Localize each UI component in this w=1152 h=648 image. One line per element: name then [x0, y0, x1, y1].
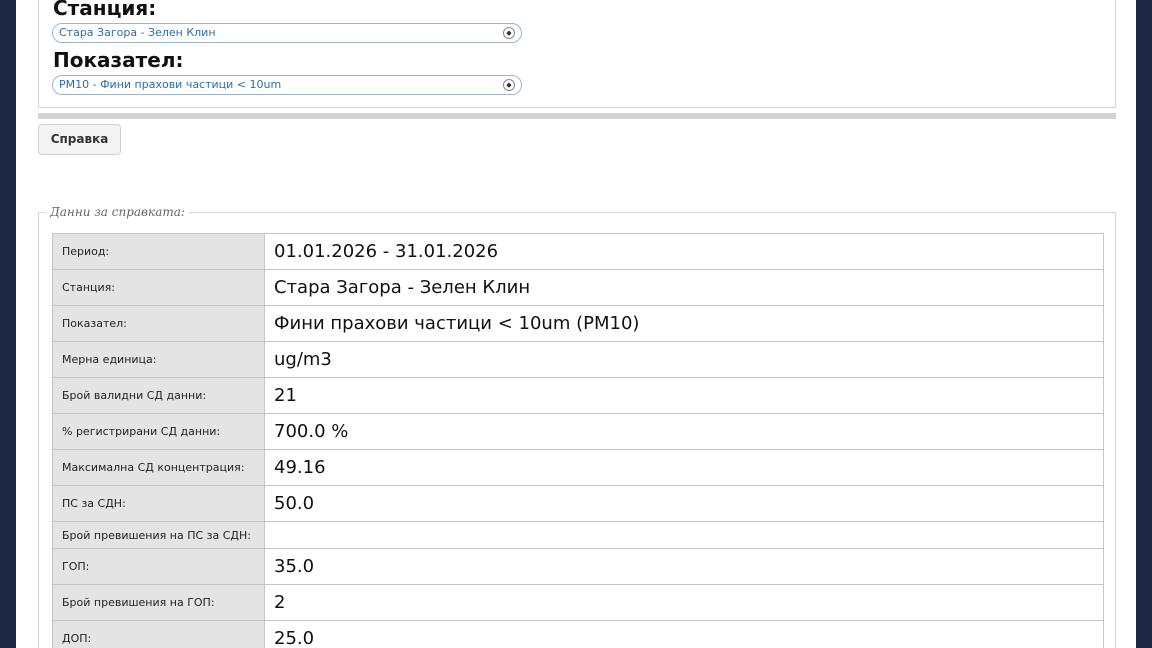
select-arrows-icon: ◆	[503, 27, 515, 39]
report-row-label: Максимална СД концентрация:	[52, 449, 265, 486]
report-row-value: 50.0	[264, 485, 1104, 522]
report-row: Брой превишения на ПС за СДН:	[52, 521, 1104, 549]
window-frame-left	[0, 0, 16, 648]
select-arrows-icon: ◆	[503, 79, 515, 91]
report-row: Максимална СД концентрация: 49.16	[52, 449, 1104, 486]
report-row-label: ДОП:	[52, 620, 265, 648]
report-row: Мерна единица: ug/m3	[52, 341, 1104, 378]
report-row: ПС за СДН: 50.0	[52, 485, 1104, 522]
report-row-value: 35.0	[264, 548, 1104, 585]
report-row-label: % регистрирани СД данни:	[52, 413, 265, 450]
report-row-value: Стара Загора - Зелен Клин	[264, 269, 1104, 306]
report-row-value	[264, 521, 1104, 549]
report-row-label: Показател:	[52, 305, 265, 342]
indicator-label: Показател:	[53, 48, 184, 72]
report-row-value: Фини прахови частици < 10um (PM10)	[264, 305, 1104, 342]
report-row: % регистрирани СД данни: 700.0 %	[52, 413, 1104, 450]
station-label: Станция:	[53, 0, 157, 20]
indicator-select[interactable]: PM10 - Фини прахови частици < 10um ◆	[52, 75, 522, 95]
report-row-label: Период:	[52, 233, 265, 270]
report-row: ДОП: 25.0	[52, 620, 1104, 648]
report-row: Показател: Фини прахови частици < 10um (P…	[52, 305, 1104, 342]
report-row-value: ug/m3	[264, 341, 1104, 378]
report-row-label: Брой валидни СД данни:	[52, 377, 265, 414]
report-row-label: Брой превишения на ПС за СДН:	[52, 521, 265, 549]
report-page: Станция: Стара Загора - Зелен Клин ◆ Пок…	[16, 0, 1136, 648]
report-row-value: 700.0 %	[264, 413, 1104, 450]
report-row-value: 2	[264, 584, 1104, 621]
window-frame-right	[1136, 0, 1152, 648]
indicator-select-value: PM10 - Фини прахови частици < 10um	[59, 78, 282, 91]
report-row-label: ГОП:	[52, 548, 265, 585]
report-row-label: ПС за СДН:	[52, 485, 265, 522]
report-row-label: Станция:	[52, 269, 265, 306]
report-submit-button[interactable]: Справка	[38, 124, 121, 155]
report-row-label: Мерна единица:	[52, 341, 265, 378]
station-select-value: Стара Загора - Зелен Клин	[59, 26, 216, 39]
report-row-value: 01.01.2026 - 31.01.2026	[264, 233, 1104, 270]
station-select[interactable]: Стара Загора - Зелен Клин ◆	[52, 23, 522, 43]
query-form: Станция: Стара Загора - Зелен Клин ◆ Пок…	[38, 0, 1116, 108]
report-row: Брой превишения на ГОП: 2	[52, 584, 1104, 621]
report-row: ГОП: 35.0	[52, 548, 1104, 585]
form-divider	[38, 113, 1116, 119]
report-row-value: 25.0	[264, 620, 1104, 648]
report-row-value: 21	[264, 377, 1104, 414]
report-table: Период: 01.01.2026 - 31.01.2026 Станция: Ст…	[52, 233, 1104, 648]
report-row: Период: 01.01.2026 - 31.01.2026	[52, 233, 1104, 270]
report-row: Станция: Стара Загора - Зелен Клин	[52, 269, 1104, 306]
report-row-value: 49.16	[264, 449, 1104, 486]
report-row-label: Брой превишения на ГОП:	[52, 584, 265, 621]
report-legend: Данни за справката:	[46, 205, 189, 219]
report-row: Брой валидни СД данни: 21	[52, 377, 1104, 414]
